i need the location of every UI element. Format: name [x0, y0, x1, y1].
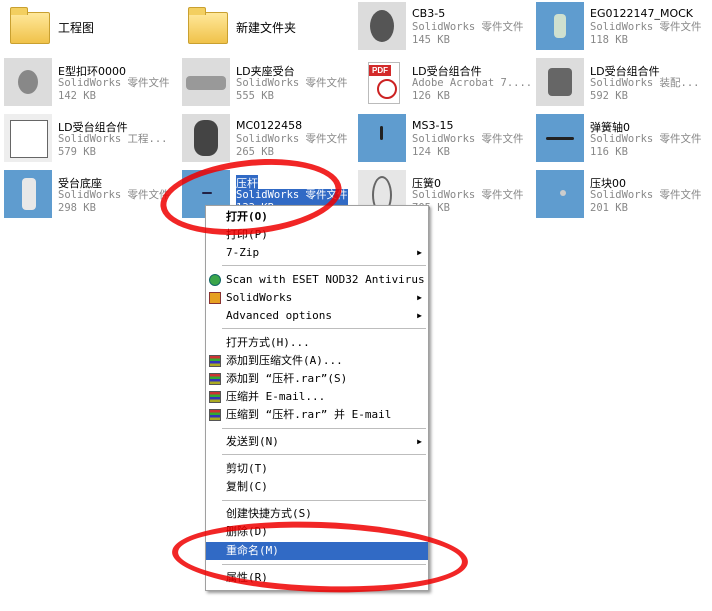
- file-item[interactable]: LD受台组合件 SolidWorks 装配... 592 KB: [536, 58, 712, 110]
- file-item[interactable]: 受台底座 SolidWorks 零件文件 298 KB: [4, 170, 180, 222]
- menu-separator: [222, 328, 426, 329]
- part-thumbnail-icon: [182, 58, 230, 106]
- winrar-icon: [209, 391, 221, 403]
- part-thumbnail-icon: [536, 114, 584, 162]
- eset-icon: [209, 274, 221, 286]
- solidworks-icon: [209, 292, 221, 304]
- context-menu: 打开(O) 打印(P) 7-Zip ▶ Scan with ESET NOD32 …: [205, 205, 429, 591]
- submenu-arrow-icon: ▶: [417, 437, 422, 446]
- file-name: 新建文件夹: [236, 21, 297, 35]
- file-meta: SolidWorks 零件文件 145 KB: [412, 21, 524, 46]
- menu-eset-scan[interactable]: Scan with ESET NOD32 Antivirus: [206, 271, 428, 289]
- menu-print[interactable]: 打印(P): [206, 226, 428, 244]
- submenu-arrow-icon: ▶: [417, 248, 422, 257]
- file-name: 工程图: [58, 21, 95, 35]
- menu-compress-email[interactable]: 压缩并 E-mail...: [206, 388, 428, 406]
- file-item[interactable]: LD夹座受台 SolidWorks 零件文件 555 KB: [182, 58, 358, 110]
- folder-icon: [182, 2, 230, 50]
- file-item[interactable]: CB3-5 SolidWorks 零件文件 145 KB: [358, 2, 534, 54]
- menu-open[interactable]: 打开(O): [206, 208, 428, 226]
- part-thumbnail-icon: [358, 2, 406, 50]
- file-meta: SolidWorks 装配... 592 KB: [590, 77, 700, 102]
- file-item[interactable]: 弹簧轴0 SolidWorks 零件文件 116 KB: [536, 114, 712, 166]
- file-name: CB3-5: [412, 7, 446, 20]
- menu-open-with[interactable]: 打开方式(H)...: [206, 334, 428, 352]
- file-meta: SolidWorks 零件文件 201 KB: [590, 189, 702, 214]
- file-name: MC0122458: [236, 119, 303, 132]
- folder-item[interactable]: 工程图: [4, 2, 180, 54]
- menu-rename[interactable]: 重命名(M): [206, 542, 428, 560]
- winrar-icon: [209, 409, 221, 421]
- part-thumbnail-icon: [182, 114, 230, 162]
- file-meta: SolidWorks 零件文件 555 KB: [236, 77, 348, 102]
- part-thumbnail-icon: [536, 170, 584, 218]
- menu-separator: [222, 500, 426, 501]
- menu-separator: [222, 428, 426, 429]
- menu-properties[interactable]: 属性(R): [206, 569, 428, 587]
- file-meta: Adobe Acrobat 7.... 126 KB: [412, 77, 533, 102]
- file-item[interactable]: MC0122458 SolidWorks 零件文件 265 KB: [182, 114, 358, 166]
- part-thumbnail-icon: [536, 2, 584, 50]
- part-thumbnail-icon: [4, 58, 52, 106]
- drawing-thumbnail-icon: [4, 114, 52, 162]
- menu-send-to[interactable]: 发送到(N) ▶: [206, 433, 428, 451]
- menu-solidworks[interactable]: SolidWorks ▶: [206, 289, 428, 307]
- menu-advanced-options[interactable]: Advanced options ▶: [206, 307, 428, 325]
- file-item[interactable]: EG0122147_MOCK SolidWorks 零件文件 118 KB: [536, 2, 712, 54]
- file-item[interactable]: PDF LD受台组合件 Adobe Acrobat 7.... 126 KB: [358, 58, 534, 110]
- part-thumbnail-icon: [4, 170, 52, 218]
- menu-add-archive[interactable]: 添加到压缩文件(A)...: [206, 352, 428, 370]
- menu-compress-rar-email[interactable]: 压缩到 “压杆.rar” 并 E-mail: [206, 406, 428, 424]
- menu-create-shortcut[interactable]: 创建快捷方式(S): [206, 505, 428, 523]
- file-meta: SolidWorks 零件文件 298 KB: [58, 189, 170, 214]
- file-item[interactable]: E型扣环0000 SolidWorks 零件文件 142 KB: [4, 58, 180, 110]
- winrar-icon: [209, 355, 221, 367]
- menu-separator: [222, 454, 426, 455]
- part-thumbnail-icon: [358, 114, 406, 162]
- menu-separator: [222, 564, 426, 565]
- file-meta: SolidWorks 零件文件 116 KB: [590, 133, 702, 158]
- file-meta: SolidWorks 零件文件 118 KB: [590, 21, 702, 46]
- menu-delete[interactable]: 删除(D): [206, 523, 428, 541]
- file-item[interactable]: 压块00 SolidWorks 零件文件 201 KB: [536, 170, 712, 222]
- menu-copy[interactable]: 复制(C): [206, 478, 428, 496]
- submenu-arrow-icon: ▶: [417, 311, 422, 320]
- file-name: MS3-15: [412, 119, 454, 132]
- folder-item[interactable]: 新建文件夹: [182, 2, 358, 54]
- menu-add-rar[interactable]: 添加到 “压杆.rar”(S): [206, 370, 428, 388]
- assembly-thumbnail-icon: [536, 58, 584, 106]
- file-meta: SolidWorks 工程... 579 KB: [58, 133, 168, 158]
- file-meta: SolidWorks 零件文件 142 KB: [58, 77, 170, 102]
- file-item[interactable]: LD受台组合件 SolidWorks 工程... 579 KB: [4, 114, 180, 166]
- file-meta: SolidWorks 零件文件 124 KB: [412, 133, 524, 158]
- file-name: EG0122147_MOCK: [590, 7, 694, 20]
- winrar-icon: [209, 373, 221, 385]
- menu-separator: [222, 265, 426, 266]
- file-item[interactable]: MS3-15 SolidWorks 零件文件 124 KB: [358, 114, 534, 166]
- pdf-icon: PDF: [358, 58, 406, 106]
- menu-7zip[interactable]: 7-Zip ▶: [206, 244, 428, 262]
- menu-cut[interactable]: 剪切(T): [206, 460, 428, 478]
- file-meta: SolidWorks 零件文件 265 KB: [236, 133, 348, 158]
- submenu-arrow-icon: ▶: [417, 293, 422, 302]
- folder-icon: [4, 2, 52, 50]
